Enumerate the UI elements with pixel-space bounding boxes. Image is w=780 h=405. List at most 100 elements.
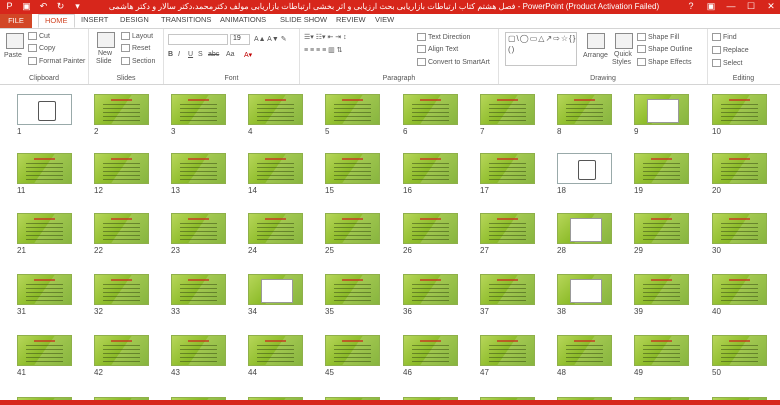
change-case-button[interactable]: Aa: [226, 51, 235, 58]
slide-thumbnail[interactable]: [480, 94, 535, 125]
slide-thumbnail[interactable]: [712, 153, 767, 184]
slide-thumbnail[interactable]: [248, 274, 303, 305]
select-button[interactable]: Select: [712, 59, 742, 67]
slide-thumbnail[interactable]: [403, 213, 458, 244]
slide-thumbnail[interactable]: [94, 274, 149, 305]
tab-insert[interactable]: INSERT: [81, 15, 108, 24]
slide-thumbnail[interactable]: [248, 335, 303, 366]
slide-thumbnail[interactable]: [171, 213, 226, 244]
slide-thumbnail[interactable]: [17, 153, 72, 184]
new-slide-label[interactable]: New: [98, 50, 112, 57]
ribbon-display-button[interactable]: ▣: [706, 1, 716, 12]
slide-thumbnail[interactable]: [403, 274, 458, 305]
slide-thumbnail[interactable]: [94, 153, 149, 184]
slide-thumbnail[interactable]: [557, 335, 612, 366]
slide-thumbnail[interactable]: [557, 274, 612, 305]
format-painter-button[interactable]: Format Painter: [28, 57, 85, 65]
font-family-select[interactable]: [168, 34, 228, 45]
italic-button[interactable]: I: [178, 51, 180, 58]
tab-review[interactable]: REVIEW: [336, 15, 366, 24]
slide-thumbnail[interactable]: [403, 94, 458, 125]
shadow-button[interactable]: S: [198, 51, 203, 58]
slide-thumbnail[interactable]: [171, 335, 226, 366]
slide-thumbnail[interactable]: [94, 213, 149, 244]
slide-thumbnail[interactable]: [712, 94, 767, 125]
slide-thumbnail[interactable]: [557, 94, 612, 125]
slide-thumbnail[interactable]: [17, 335, 72, 366]
slide-thumbnail[interactable]: [94, 335, 149, 366]
shape-fill-button[interactable]: Shape Fill: [637, 33, 679, 41]
underline-button[interactable]: U: [188, 51, 193, 58]
slide-thumbnail[interactable]: [480, 274, 535, 305]
slide-thumbnail[interactable]: [248, 94, 303, 125]
copy-button[interactable]: Copy: [28, 44, 55, 52]
slide-thumbnail[interactable]: [634, 153, 689, 184]
arrange-icon[interactable]: [587, 33, 605, 49]
slide-thumbnail[interactable]: [325, 94, 380, 125]
section-button[interactable]: Section: [121, 57, 155, 65]
slide-thumbnail[interactable]: [325, 153, 380, 184]
text-direction-button[interactable]: Text Direction: [417, 33, 470, 41]
slide-thumbnail[interactable]: [325, 335, 380, 366]
quick-styles-label[interactable]: Quick: [614, 51, 632, 58]
new-slide-label-2[interactable]: Slide: [96, 58, 112, 65]
strikethrough-button[interactable]: abc: [208, 51, 219, 58]
slide-thumbnail[interactable]: [712, 335, 767, 366]
bullets-button[interactable]: ☰▾ ☷▾ ⇤ ⇥ ↕: [304, 33, 347, 41]
slide-thumbnail[interactable]: [248, 153, 303, 184]
slide-thumbnail[interactable]: [557, 153, 612, 184]
tab-file[interactable]: FILE: [0, 14, 32, 28]
layout-button[interactable]: Layout: [121, 32, 153, 40]
slide-thumbnail[interactable]: [171, 274, 226, 305]
tab-design[interactable]: DESIGN: [120, 15, 149, 24]
reset-button[interactable]: Reset: [121, 44, 150, 52]
tab-view[interactable]: VIEW: [375, 15, 394, 24]
slide-thumbnail[interactable]: [634, 213, 689, 244]
slide-thumbnail[interactable]: [557, 213, 612, 244]
slide-thumbnail[interactable]: [634, 274, 689, 305]
convert-smartart-button[interactable]: Convert to SmartArt: [417, 58, 490, 66]
undo-icon[interactable]: ↶: [38, 1, 49, 12]
shapes-gallery[interactable]: ▢\◯▭△↗⇨☆{}(): [505, 32, 577, 66]
slide-thumbnail[interactable]: [712, 274, 767, 305]
tab-slide-show[interactable]: SLIDE SHOW: [280, 15, 327, 24]
slide-thumbnail[interactable]: [94, 94, 149, 125]
font-size-select[interactable]: 19: [230, 34, 250, 45]
slide-thumbnail[interactable]: [17, 274, 72, 305]
slide-thumbnail[interactable]: [248, 213, 303, 244]
slide-thumbnail[interactable]: [634, 335, 689, 366]
slide-thumbnail[interactable]: [403, 335, 458, 366]
replace-button[interactable]: Replace: [712, 46, 749, 54]
new-slide-icon[interactable]: [97, 32, 115, 48]
slide-thumbnail[interactable]: [403, 153, 458, 184]
quick-styles-icon[interactable]: [615, 33, 633, 49]
redo-icon[interactable]: ↻: [55, 1, 66, 12]
shape-outline-button[interactable]: Shape Outline: [637, 45, 692, 53]
slide-thumbnail[interactable]: [712, 213, 767, 244]
align-text-button[interactable]: Align Text: [417, 45, 458, 53]
tab-home[interactable]: HOME: [38, 14, 75, 28]
customize-qat-icon[interactable]: ▾: [72, 1, 83, 12]
help-button[interactable]: ?: [686, 1, 696, 12]
align-buttons[interactable]: ≡ ≡ ≡ ≡ ▥ ⇅: [304, 46, 343, 54]
quick-styles-label-2[interactable]: Styles: [612, 59, 631, 66]
tab-animations[interactable]: ANIMATIONS: [220, 15, 266, 24]
slide-thumbnail[interactable]: [325, 213, 380, 244]
cut-button[interactable]: Cut: [28, 32, 50, 40]
close-button[interactable]: ✕: [766, 1, 776, 12]
slide-thumbnail[interactable]: [634, 94, 689, 125]
paste-button[interactable]: Paste: [4, 52, 22, 59]
slide-thumbnail[interactable]: [480, 335, 535, 366]
find-button[interactable]: Find: [712, 33, 737, 41]
tab-transitions[interactable]: TRANSITIONS: [161, 15, 211, 24]
maximize-button[interactable]: ☐: [746, 1, 756, 12]
save-icon[interactable]: ▣: [21, 1, 32, 12]
paste-icon[interactable]: [6, 33, 24, 49]
slide-thumbnail[interactable]: [325, 274, 380, 305]
slide-thumbnail[interactable]: [480, 153, 535, 184]
bold-button[interactable]: B: [168, 51, 173, 58]
font-color-button[interactable]: A▾: [244, 51, 252, 59]
minimize-button[interactable]: —: [726, 1, 736, 12]
slide-thumbnail[interactable]: [171, 94, 226, 125]
arrange-button[interactable]: Arrange: [583, 52, 608, 59]
